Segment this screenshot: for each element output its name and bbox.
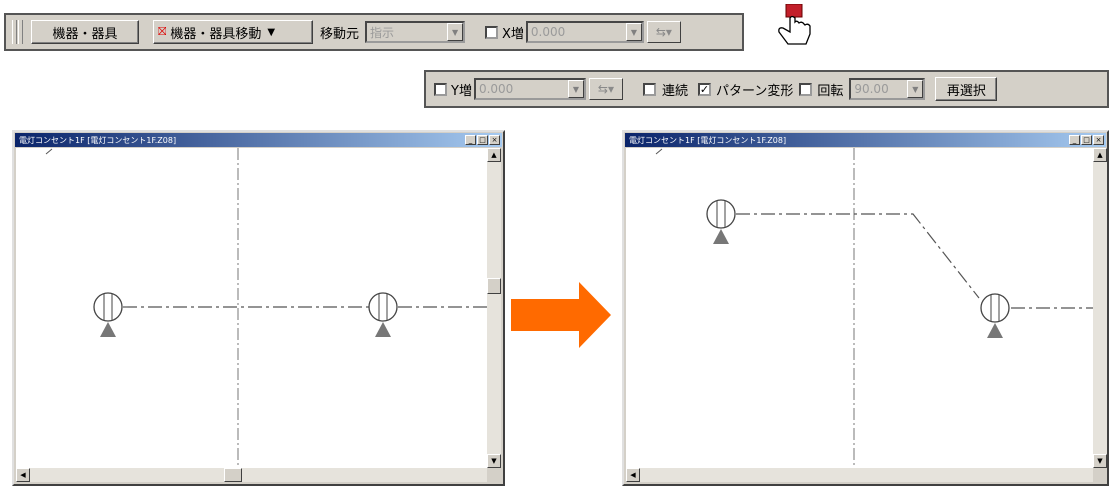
toolbar-grip[interactable] xyxy=(18,20,23,44)
source-label: 移動元 xyxy=(320,26,360,42)
tick-mark xyxy=(655,148,663,155)
flip-arrows-icon[interactable]: ⇆▾ xyxy=(646,21,681,43)
arrow-right-icon xyxy=(511,282,611,348)
outlet-symbol-icon[interactable] xyxy=(368,292,398,337)
wiring-line xyxy=(736,213,980,299)
maximize-icon[interactable]: □ xyxy=(477,135,488,145)
horizontal-scrollbar[interactable]: ◀ xyxy=(626,468,1093,482)
scroll-up-icon[interactable]: ▲ xyxy=(1093,148,1107,162)
x-increment-combo[interactable]: 0.000 ▼ xyxy=(525,21,644,43)
outlet-symbol-icon[interactable] xyxy=(93,292,123,337)
toolbar-grip[interactable] xyxy=(12,20,17,44)
minimize-icon[interactable]: _ xyxy=(465,135,476,145)
outlet-symbol-icon[interactable] xyxy=(706,199,736,244)
pattern-transform-label: パターン変形 xyxy=(715,83,794,99)
y-increment-label: Y増 xyxy=(451,83,472,99)
move-device-icon: ⛝ xyxy=(158,25,167,38)
drawing-window-after: 電灯コンセント1F [電灯コンセント1F.Z08] _ □ × ▲ ▼ ◀ xyxy=(622,130,1109,486)
window-titlebar[interactable]: 電灯コンセント1F [電灯コンセント1F.Z08] _ □ × xyxy=(15,133,502,147)
chevron-down-icon[interactable]: ▼ xyxy=(907,80,924,98)
drawing-svg xyxy=(655,148,1093,468)
pattern-transform-checkbox[interactable]: ✓ xyxy=(697,82,711,96)
drawing-window-before: 電灯コンセント1F [電灯コンセント1F.Z08] _ □ × ▲ ▼ ◀ xyxy=(12,130,505,486)
scroll-thumb[interactable] xyxy=(487,278,501,294)
continuous-checkbox[interactable] xyxy=(642,82,656,96)
drawing-canvas[interactable] xyxy=(16,148,487,468)
toolbar-move: 機器・器具 ⛝ 機器・器具移動 ▼ 移動元 指示 ▼ X増 0.000 ▼ ⇆▾ xyxy=(4,13,744,51)
tick-mark xyxy=(45,148,53,155)
chevron-down-icon[interactable]: ▼ xyxy=(567,80,584,98)
y-increment-combo[interactable]: 0.000 ▼ xyxy=(473,78,586,100)
chevron-down-icon[interactable]: ▼ xyxy=(447,23,464,41)
window-titlebar[interactable]: 電灯コンセント1F [電灯コンセント1F.Z08] _ □ × xyxy=(625,133,1106,147)
dropdown-icon: ▼ xyxy=(267,26,276,38)
scroll-left-icon[interactable]: ◀ xyxy=(626,468,640,482)
scroll-down-icon[interactable]: ▼ xyxy=(1093,454,1107,468)
scroll-thumb[interactable] xyxy=(224,468,242,482)
y-increment-checkbox[interactable] xyxy=(434,82,447,96)
scroll-left-icon[interactable]: ◀ xyxy=(16,468,30,482)
scroll-down-icon[interactable]: ▼ xyxy=(487,454,501,468)
flip-arrows-icon[interactable]: ⇆▾ xyxy=(588,78,623,100)
close-icon[interactable]: × xyxy=(1093,135,1104,145)
x-increment-label: X増 xyxy=(502,26,524,42)
vertical-scrollbar[interactable]: ▲ ▼ xyxy=(487,148,501,468)
outlet-symbol-icon[interactable] xyxy=(980,293,1010,338)
pointer-hand-icon xyxy=(778,4,811,45)
category-button[interactable]: 機器・器具 xyxy=(31,20,139,44)
minimize-icon[interactable]: _ xyxy=(1069,135,1080,145)
maximize-icon[interactable]: □ xyxy=(1081,135,1092,145)
drawing-svg xyxy=(45,148,487,468)
reselect-button[interactable]: 再選択 xyxy=(935,77,998,101)
command-dropdown[interactable]: ⛝ 機器・器具移動 ▼ xyxy=(153,20,313,44)
rotate-label: 回転 xyxy=(817,83,844,99)
chevron-down-icon[interactable]: ▼ xyxy=(625,23,642,41)
toolbar-options: Y増 0.000 ▼ ⇆▾ 連続 ✓ パターン変形 回転 90.00 ▼ 再選択 xyxy=(424,70,1109,108)
scroll-up-icon[interactable]: ▲ xyxy=(487,148,501,162)
vertical-scrollbar[interactable]: ▲ ▼ xyxy=(1093,148,1107,468)
x-increment-checkbox[interactable] xyxy=(485,25,499,39)
close-icon[interactable]: × xyxy=(489,135,500,145)
rotate-checkbox[interactable] xyxy=(799,82,813,96)
continuous-label: 連続 xyxy=(661,83,688,99)
horizontal-scrollbar[interactable]: ◀ xyxy=(16,468,487,482)
source-combo[interactable]: 指示 ▼ xyxy=(365,21,466,43)
drawing-canvas[interactable] xyxy=(626,148,1093,468)
rotate-combo[interactable]: 90.00 ▼ xyxy=(849,78,926,100)
